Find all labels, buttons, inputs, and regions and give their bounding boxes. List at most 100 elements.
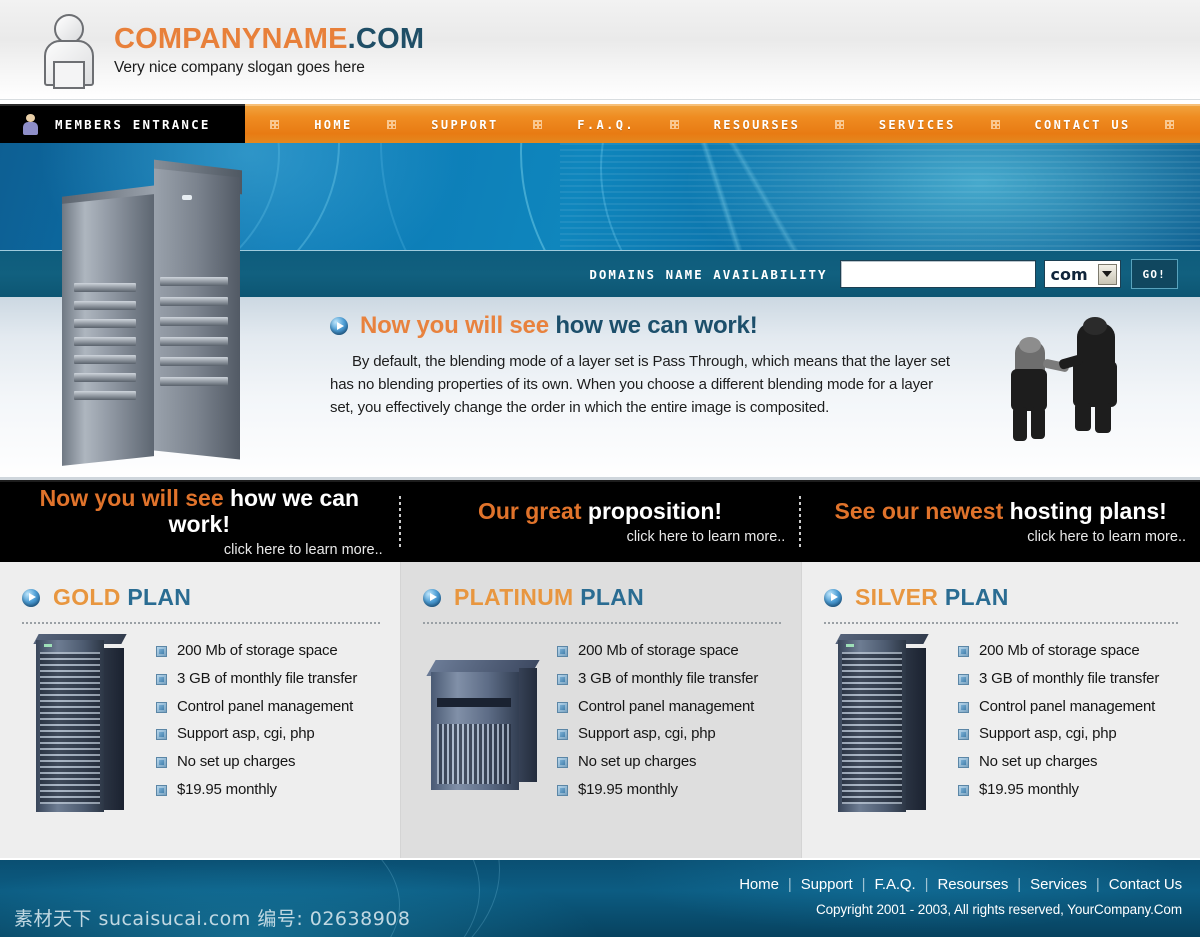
plan-gold-word: PLAN: [127, 584, 192, 610]
promo-2-orange: Our great: [477, 497, 582, 524]
footer-link-services[interactable]: Services: [1030, 876, 1087, 893]
square-bullet-icon: [557, 729, 568, 741]
grid-dots-icon: [835, 120, 845, 129]
footer-separator: |: [924, 876, 929, 893]
plan-platinum-name: PLATINUM: [454, 584, 574, 610]
hero-section: DOMAINS NAME AVAILABILITY com GO! Now yo…: [0, 143, 1200, 480]
list-item: Control panel management: [156, 698, 380, 715]
promo-1-sub[interactable]: click here to learn more..: [10, 542, 389, 558]
footer-link-home[interactable]: Home: [739, 876, 779, 893]
handshake-photo: [985, 311, 1180, 449]
promo-divider: [398, 496, 401, 548]
grid-dots-icon: [533, 120, 543, 129]
list-item: $19.95 monthly: [557, 781, 781, 798]
list-item: $19.95 monthly: [958, 781, 1179, 798]
list-item: Control panel management: [557, 698, 781, 715]
hero-headline: Now you will see how we can work!: [330, 312, 758, 340]
server-box-image: [423, 638, 541, 818]
square-bullet-icon: [156, 729, 167, 741]
list-item: 200 Mb of storage space: [557, 642, 781, 659]
footer-link-faq[interactable]: F.A.Q.: [874, 876, 915, 893]
plan-platinum-word: PLAN: [580, 584, 645, 610]
square-bullet-icon: [958, 701, 969, 713]
square-bullet-icon: [557, 757, 568, 768]
nav-item-services[interactable]: SERVICES: [879, 118, 956, 132]
list-item: No set up charges: [156, 753, 380, 770]
promo-banner: Now you will see how we can work! click …: [0, 480, 1200, 562]
list-item: 3 GB of monthly file transfer: [557, 670, 781, 687]
plan-divider: [423, 622, 781, 624]
plan-divider: [22, 622, 380, 624]
list-item: Support asp, cgi, php: [156, 725, 380, 742]
page-root: COMPANYNAME.COM Very nice company slogan…: [0, 0, 1200, 937]
list-item: Support asp, cgi, php: [557, 725, 781, 742]
plan-gold-features: 200 Mb of storage space 3 GB of monthly …: [140, 638, 380, 818]
promo-item-1[interactable]: Now you will see how we can work! click …: [0, 485, 399, 558]
footer-link-contact-us[interactable]: Contact Us: [1109, 876, 1182, 893]
nav-item-resourses[interactable]: RESOURSES: [714, 118, 801, 132]
plan-card-gold[interactable]: GOLD PLAN 200 Mb of storage space 3 GB o…: [0, 562, 400, 858]
nav-links: HOME SUPPORT F.A.Q. RESOURSES SERVICES C…: [245, 104, 1200, 143]
square-bullet-icon: [156, 646, 167, 657]
main-navbar: MEMBERS ENTRANCE HOME SUPPORT F.A.Q. RES…: [0, 104, 1200, 143]
grid-dots-icon: [1165, 120, 1175, 129]
promo-3-white: hosting plans!: [1009, 497, 1167, 524]
promo-2-white: proposition!: [587, 497, 723, 524]
server-rack-tall-image: [22, 634, 140, 818]
promo-item-3[interactable]: See our newest hosting plans! click here…: [801, 497, 1200, 545]
list-item: No set up charges: [557, 753, 781, 770]
person-logo-icon: [44, 13, 96, 89]
promo-3-sub[interactable]: click here to learn more..: [811, 529, 1190, 545]
members-entrance-label: MEMBERS ENTRANCE: [55, 117, 211, 132]
grid-dots-icon: [669, 120, 679, 129]
nav-item-support[interactable]: SUPPORT: [431, 118, 498, 132]
brand-block: COMPANYNAME.COM Very nice company slogan…: [114, 22, 424, 77]
server-tower-image: [62, 155, 264, 473]
promo-item-2[interactable]: Our great proposition! click here to lea…: [401, 497, 800, 545]
hero-headline-dark: how we can work!: [555, 312, 758, 339]
list-item: No set up charges: [958, 753, 1179, 770]
footer-separator: |: [1095, 876, 1100, 893]
hero-headline-orange: Now you will see: [360, 312, 549, 339]
square-bullet-icon: [156, 673, 167, 685]
plan-card-platinum[interactable]: PLATINUM PLAN 200 Mb of storage space 3 …: [400, 562, 802, 858]
site-header: COMPANYNAME.COM Very nice company slogan…: [0, 0, 1200, 100]
plans-section: GOLD PLAN 200 Mb of storage space 3 GB o…: [0, 562, 1200, 858]
plan-platinum-features: 200 Mb of storage space 3 GB of monthly …: [541, 638, 781, 818]
plan-silver-name: SILVER: [855, 584, 939, 610]
promo-3-orange: See our newest: [834, 497, 1004, 524]
chevron-down-icon[interactable]: [1097, 263, 1117, 285]
brand-title[interactable]: COMPANYNAME.COM: [114, 24, 424, 54]
logo-chest-shape: [53, 60, 85, 89]
domain-search-input[interactable]: [839, 260, 1036, 288]
square-bullet-icon: [958, 646, 969, 657]
footer-content: Home | Support | F.A.Q. | Resourses | Se…: [739, 876, 1182, 917]
member-person-icon: [22, 114, 39, 135]
square-bullet-icon: [557, 784, 568, 796]
nav-item-contact-us[interactable]: CONTACT US: [1034, 118, 1130, 132]
watermark-text: 素材天下 sucaisucai.com 编号: 02638908: [14, 908, 411, 930]
plan-platinum-title: PLATINUM PLAN: [423, 584, 781, 611]
brand-slogan: Very nice company slogan goes here: [114, 59, 365, 77]
plan-card-silver[interactable]: SILVER PLAN 200 Mb of storage space 3 GB…: [802, 562, 1199, 858]
footer-separator: |: [787, 876, 792, 893]
footer-link-resourses[interactable]: Resourses: [937, 876, 1008, 893]
list-item: 3 GB of monthly file transfer: [958, 670, 1179, 687]
play-orb-icon: [330, 317, 348, 335]
grid-dots-icon: [387, 120, 397, 129]
plan-silver-word: PLAN: [944, 584, 1009, 610]
grid-dots-icon: [990, 120, 1000, 129]
tld-select[interactable]: com: [1043, 260, 1121, 288]
nav-item-faq[interactable]: F.A.Q.: [577, 118, 635, 132]
nav-item-home[interactable]: HOME: [314, 118, 353, 132]
square-bullet-icon: [156, 757, 167, 768]
members-entrance-button[interactable]: MEMBERS ENTRANCE: [0, 104, 245, 143]
square-bullet-icon: [156, 784, 167, 796]
promo-2-sub[interactable]: click here to learn more..: [411, 529, 790, 545]
square-bullet-icon: [156, 701, 167, 713]
footer-nav: Home | Support | F.A.Q. | Resourses | Se…: [739, 876, 1182, 893]
footer-link-support[interactable]: Support: [801, 876, 853, 893]
domain-go-button[interactable]: GO!: [1130, 259, 1178, 289]
promo-divider: [799, 496, 802, 548]
list-item: 200 Mb of storage space: [958, 642, 1179, 659]
